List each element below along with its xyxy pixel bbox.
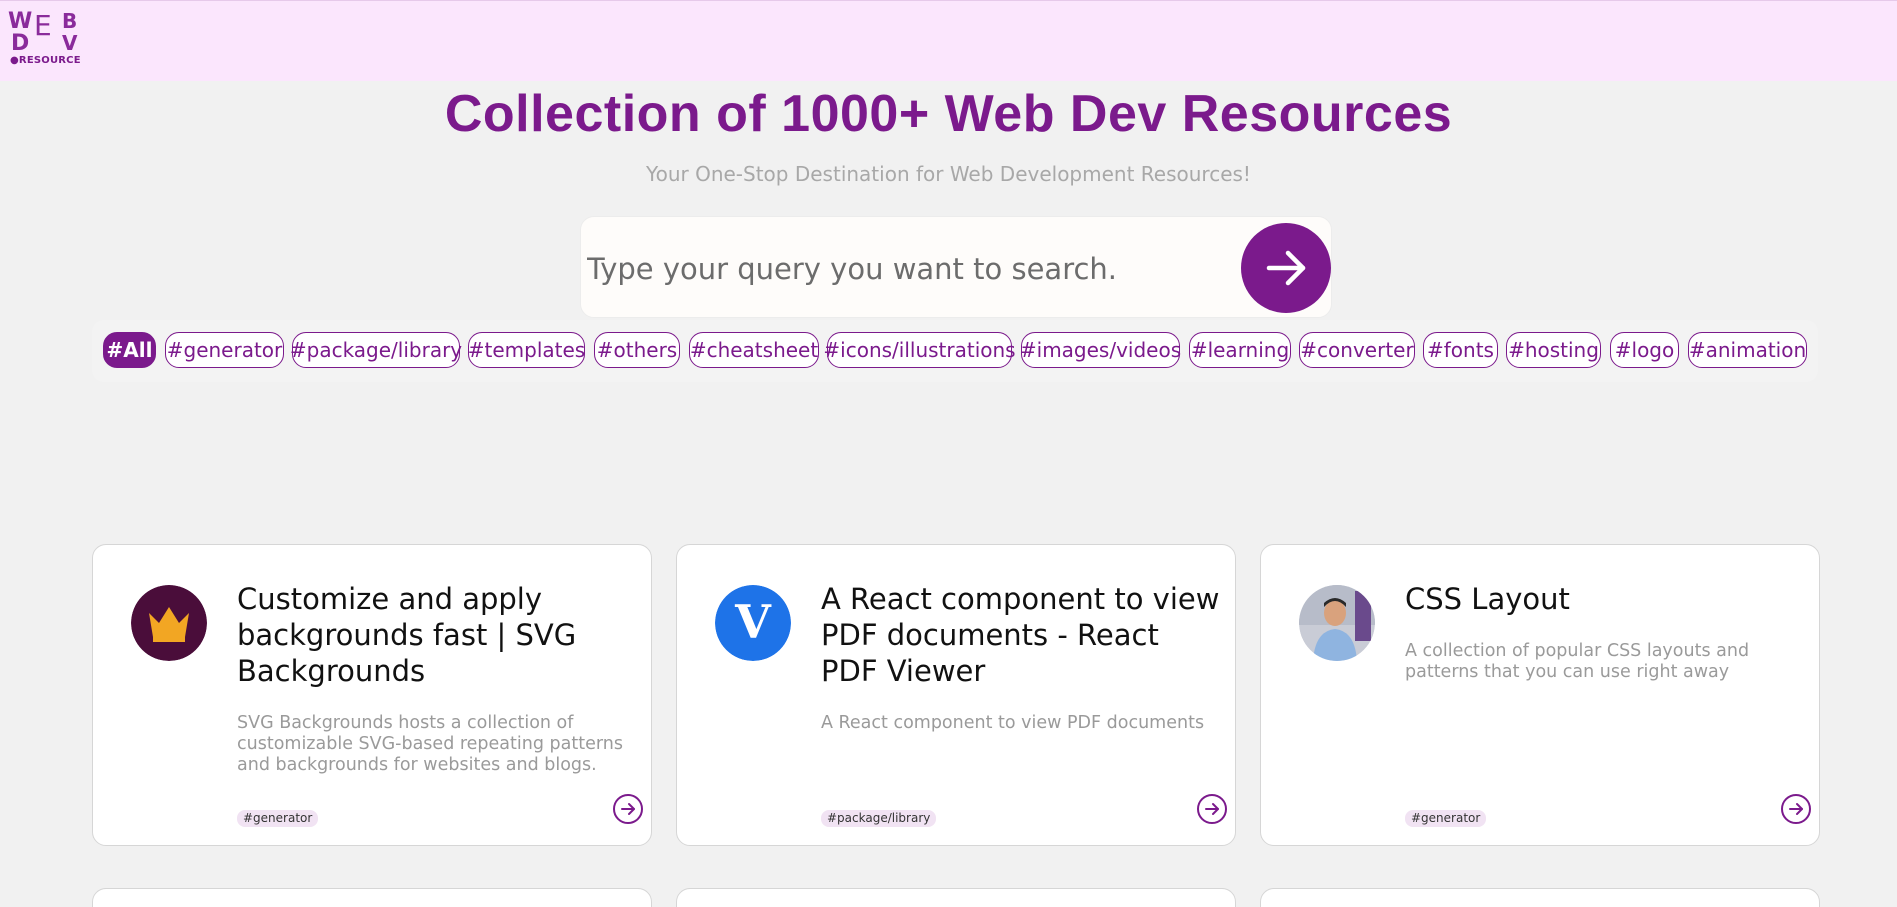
resource-card-partial[interactable] [676, 888, 1236, 907]
card-description: SVG Backgrounds hosts a collection of cu… [237, 713, 623, 775]
filter-tag-generator[interactable]: #generator [165, 332, 284, 368]
card-title: CSS Layout [1405, 582, 1570, 616]
filter-tag-icons-illustrations[interactable]: #icons/illustrations [823, 332, 1016, 368]
filter-tag-fonts[interactable]: #fonts [1423, 332, 1498, 368]
filter-tag-others[interactable]: #others [594, 332, 680, 368]
person-photo [1299, 585, 1375, 661]
arrow-right-icon [1266, 250, 1306, 286]
resource-card-partial[interactable] [1260, 888, 1820, 907]
search-input[interactable] [587, 245, 1207, 293]
resource-card[interactable]: Customize and apply backgrounds fast | S… [92, 544, 652, 846]
filter-tag-cheatsheet[interactable]: #cheatsheet [689, 332, 819, 368]
card-title: A React component to view PDF documents … [821, 582, 1220, 688]
filter-tag-images-videos[interactable]: #images/videos [1020, 332, 1181, 368]
filter-tag-hosting[interactable]: #hosting [1506, 332, 1601, 368]
resource-card[interactable]: V A React component to view PDF document… [676, 544, 1236, 846]
filter-tag-all[interactable]: #All [103, 332, 156, 368]
arrow-right-icon [621, 803, 635, 815]
search-box [580, 216, 1332, 318]
search-button[interactable] [1241, 223, 1331, 313]
v-logo-icon: V [715, 585, 791, 661]
open-link-button[interactable] [613, 794, 643, 824]
card-title: Customize and apply backgrounds fast | S… [237, 582, 577, 688]
top-bar: W E B D V ●RESOURCE [0, 0, 1897, 81]
site-logo[interactable]: W E B D V ●RESOURCE [8, 9, 84, 67]
logo-subtext: ●RESOURCE [10, 55, 81, 66]
crown-icon [131, 585, 207, 661]
arrow-right-icon [1789, 803, 1803, 815]
svg-text:V: V [734, 595, 772, 649]
card-tag: #package/library [821, 810, 937, 827]
arrow-right-icon [1205, 803, 1219, 815]
filter-tag-logo[interactable]: #logo [1610, 332, 1679, 368]
page-subtitle: Your One-Stop Destination for Web Develo… [646, 162, 1251, 186]
filter-tag-package-library[interactable]: #package/library [290, 332, 462, 368]
page-title: Collection of 1000+ Web Dev Resources [444, 85, 1453, 143]
card-tag: #generator [1405, 810, 1487, 827]
filter-tag-templates[interactable]: #templates [468, 332, 585, 368]
card-description: A collection of popular CSS layouts and … [1405, 641, 1750, 682]
card-tag: #generator [237, 810, 319, 827]
open-link-button[interactable] [1781, 794, 1811, 824]
filter-tag-converter[interactable]: #converter [1299, 332, 1415, 368]
resource-card-partial[interactable] [92, 888, 652, 907]
filter-tag-learning[interactable]: #learning [1189, 332, 1291, 368]
open-link-button[interactable] [1197, 794, 1227, 824]
card-description: A React component to view PDF documents [821, 713, 1205, 733]
filter-tags-bar: #All #generator #package/library #templa… [92, 320, 1818, 382]
filter-tag-animation[interactable]: #animation [1688, 332, 1807, 368]
resource-card[interactable]: CSS Layout A collection of popular CSS l… [1260, 544, 1820, 846]
